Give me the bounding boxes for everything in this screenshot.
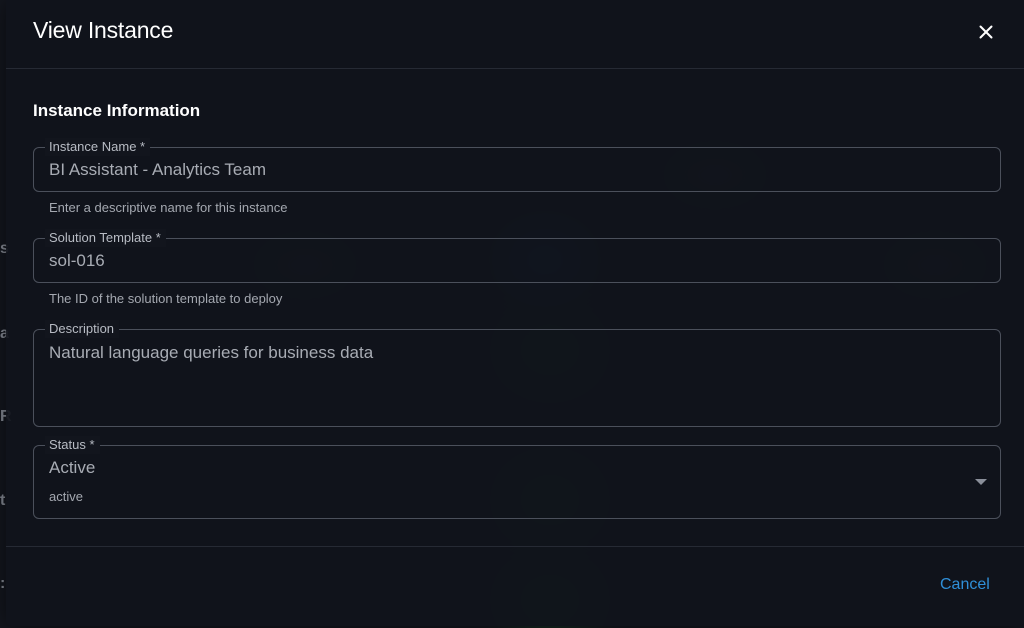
solution-template-value: sol-016 xyxy=(49,251,105,270)
description-value: Natural language queries for business da… xyxy=(49,343,374,362)
footer-divider xyxy=(6,546,1024,547)
section-title: Instance Information xyxy=(33,101,201,120)
close-icon xyxy=(979,25,993,39)
chevron-down-icon[interactable] xyxy=(975,479,987,485)
instance-name-label: Instance Name * xyxy=(45,138,151,156)
instance-name-helper: Enter a descriptive name for this instan… xyxy=(49,200,288,215)
cancel-button[interactable]: Cancel xyxy=(932,572,998,598)
instance-name-value: BI Assistant - Analytics Team xyxy=(49,160,266,179)
backdrop-text-fragment: : xyxy=(0,575,6,592)
solution-template-field[interactable]: Solution Template * sol-016 xyxy=(33,229,1001,283)
solution-template-label: Solution Template * xyxy=(45,229,166,247)
close-button[interactable] xyxy=(972,18,1000,46)
solution-template-helper: The ID of the solution template to deplo… xyxy=(49,291,283,306)
description-field[interactable]: Description Natural language queries for… xyxy=(33,320,1001,427)
status-sub-value: active xyxy=(49,489,83,504)
status-select[interactable]: Status * Active active xyxy=(33,436,1001,519)
status-value: Active xyxy=(49,458,96,477)
dialog-title: View Instance xyxy=(33,17,174,43)
description-label: Description xyxy=(45,320,120,338)
status-label: Status * xyxy=(45,436,100,454)
view-instance-dialog: View Instance Instance Information Insta… xyxy=(6,0,1024,626)
backdrop-text-fragment: t xyxy=(0,492,6,509)
dialog-header: View Instance xyxy=(6,0,1024,69)
instance-name-field[interactable]: Instance Name * BI Assistant - Analytics… xyxy=(33,138,1001,192)
